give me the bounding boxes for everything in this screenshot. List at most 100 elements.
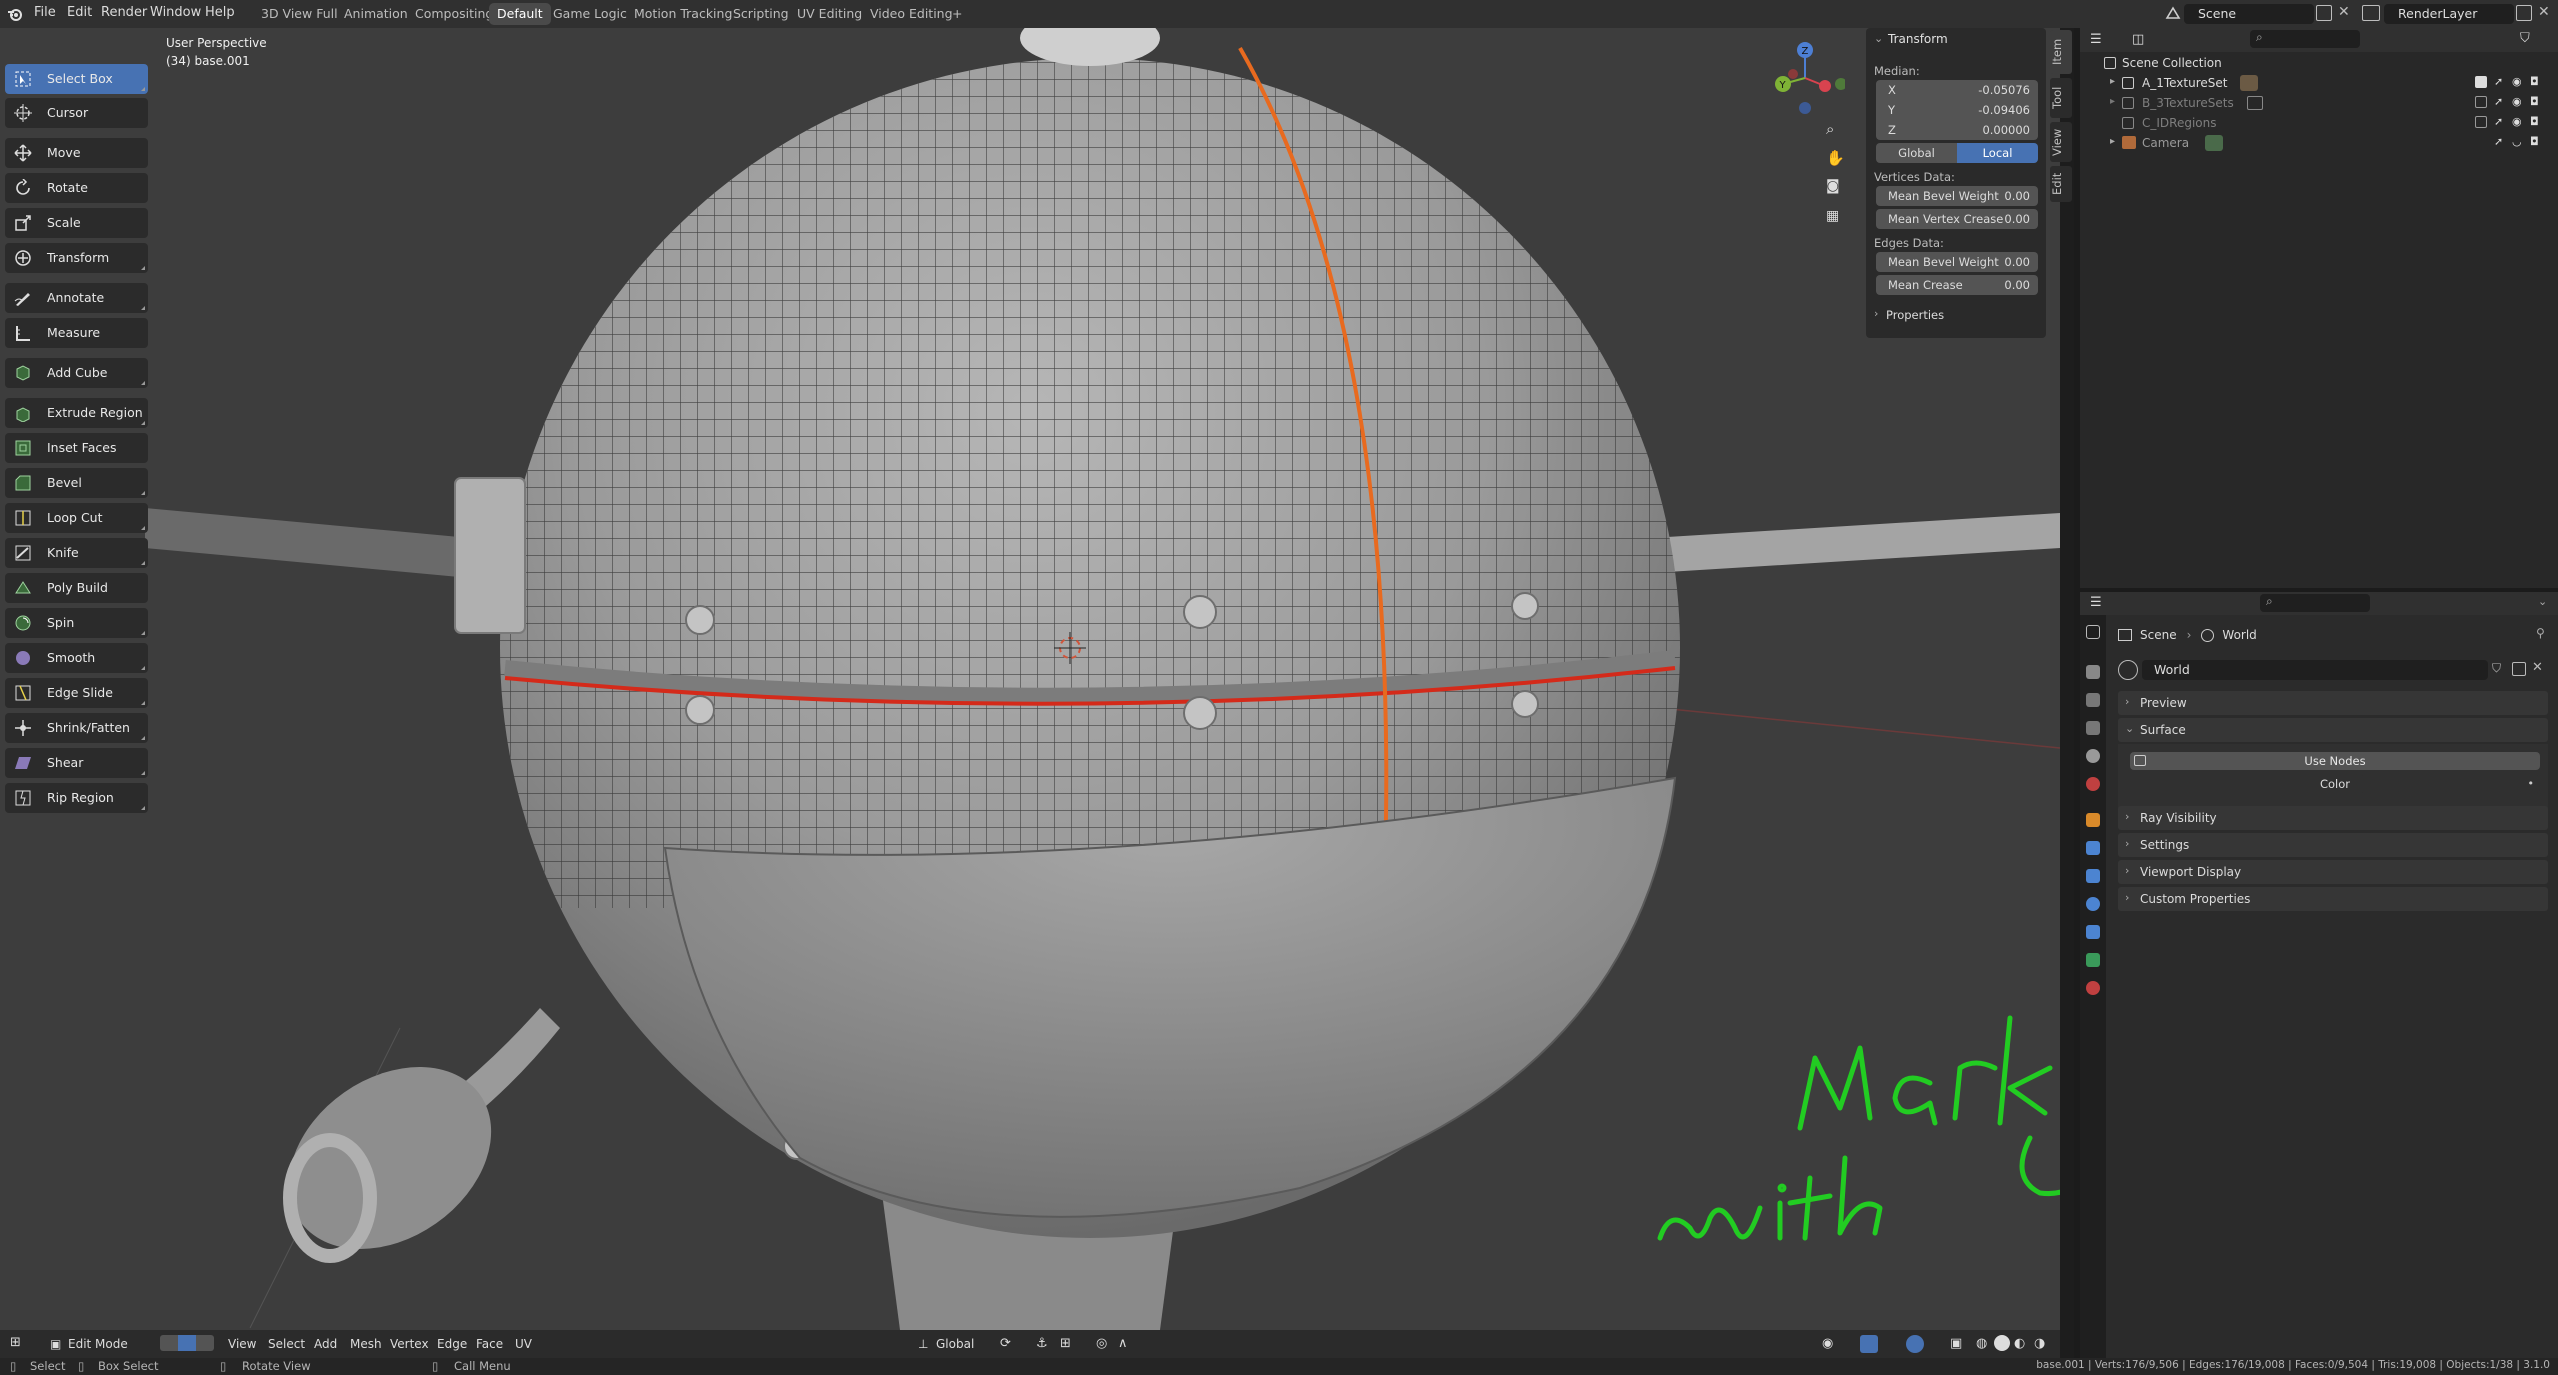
- tab-scripting[interactable]: Scripting: [725, 3, 797, 25]
- mode-selector[interactable]: ▣ Edit Mode: [48, 1334, 150, 1354]
- filter-icon[interactable]: ⛉: [2520, 31, 2530, 46]
- tool-inset-faces[interactable]: Inset Faces: [5, 433, 148, 463]
- wireframe-shading-icon[interactable]: ◍: [1976, 1336, 1987, 1351]
- tool-knife[interactable]: Knife: [5, 538, 148, 568]
- proportional-edit-icon[interactable]: ◎: [1096, 1336, 1107, 1351]
- menu-vertex[interactable]: Vertex: [390, 1337, 429, 1351]
- camera-render-icon[interactable]: ◘: [2530, 95, 2539, 108]
- eye-icon[interactable]: ◉: [2512, 95, 2522, 108]
- menu-edit[interactable]: Edit: [67, 5, 92, 20]
- world-tab-icon[interactable]: [2086, 777, 2100, 791]
- eye-icon[interactable]: ◉: [2512, 115, 2522, 128]
- select-arrow-icon[interactable]: ➚: [2494, 135, 2503, 148]
- pin-icon[interactable]: ⚲: [2536, 626, 2545, 640]
- settings-panel[interactable]: › Settings: [2118, 833, 2548, 857]
- menu-edge[interactable]: Edge: [437, 1337, 467, 1351]
- tab-game-logic[interactable]: Game Logic: [545, 3, 635, 25]
- visibility-icon[interactable]: ◉: [1822, 1336, 1833, 1351]
- editor-type-icon[interactable]: ☰: [2090, 595, 2102, 610]
- dropdown-arrow-icon[interactable]: ⌄: [2538, 595, 2547, 608]
- tool-add-cube[interactable]: Add Cube: [5, 358, 148, 388]
- camera-view-icon[interactable]: ◙: [1826, 178, 1846, 198]
- tab-default[interactable]: Default: [489, 3, 551, 25]
- vertex-select-mode-icon[interactable]: [160, 1335, 178, 1351]
- edge-crease-field[interactable]: Mean Crease 0.00: [1876, 275, 2038, 295]
- expand-arrow-icon[interactable]: ▸: [2110, 136, 2115, 147]
- fake-user-shield-icon[interactable]: ⛉: [2492, 661, 2501, 676]
- editor-type-icon[interactable]: ☰: [2090, 32, 2102, 47]
- object-tab-icon[interactable]: [2086, 813, 2100, 827]
- blender-logo-icon[interactable]: [7, 6, 23, 22]
- properties-subpanel[interactable]: Properties: [1886, 308, 1944, 322]
- select-arrow-icon[interactable]: ➚: [2494, 115, 2503, 128]
- tool-tab-icon[interactable]: [2086, 625, 2100, 639]
- menu-select[interactable]: Select: [268, 1337, 305, 1351]
- tool-extrude-region[interactable]: Extrude Region: [5, 398, 148, 428]
- tool-move[interactable]: Move: [5, 138, 148, 168]
- menu-face[interactable]: Face: [476, 1337, 503, 1351]
- world-name-field[interactable]: World: [2142, 660, 2488, 680]
- tool-scale[interactable]: Scale: [5, 208, 148, 238]
- ray-visibility-panel[interactable]: › Ray Visibility: [2118, 806, 2548, 830]
- outliner-search-input[interactable]: ⌕: [2250, 30, 2360, 48]
- remove-renderlayer-icon[interactable]: ✕: [2538, 4, 2550, 20]
- view-layer-tab-icon[interactable]: [2086, 721, 2100, 735]
- menu-window[interactable]: Window: [150, 5, 201, 20]
- tab-item[interactable]: Item: [2050, 30, 2072, 74]
- unlink-icon[interactable]: ✕: [2532, 660, 2543, 675]
- tool-annotate[interactable]: Annotate: [5, 283, 148, 313]
- tab-view[interactable]: View: [2050, 122, 2072, 162]
- median-x-field[interactable]: X -0.05076: [1876, 80, 2038, 100]
- material-tab-icon[interactable]: [2086, 981, 2100, 995]
- tool-poly-build[interactable]: Poly Build: [5, 573, 148, 603]
- outliner-row[interactable]: ▸ B_3TextureSets ➚ ◉ ◘: [2080, 93, 2558, 113]
- vertex-bevel-weight-field[interactable]: Mean Bevel Weight 0.00: [1876, 186, 2038, 206]
- viewport-display-panel[interactable]: › Viewport Display: [2118, 860, 2548, 884]
- tool-shear[interactable]: Shear: [5, 748, 148, 778]
- scene-selector[interactable]: Scene: [2184, 4, 2314, 24]
- tool-rotate[interactable]: Rotate: [5, 173, 148, 203]
- select-arrow-icon[interactable]: ➚: [2494, 75, 2503, 88]
- outliner-row[interactable]: ▸ A_1TextureSet ➚ ◉ ◘: [2080, 73, 2558, 93]
- include-checkbox[interactable]: [2475, 96, 2487, 108]
- navigation-gizmo[interactable]: Z Y: [1765, 38, 1847, 128]
- tool-spin[interactable]: Spin: [5, 608, 148, 638]
- renderlayer-selector[interactable]: RenderLayer: [2384, 4, 2514, 24]
- face-select-mode-icon[interactable]: [196, 1335, 214, 1351]
- particles-tab-icon[interactable]: [2086, 869, 2100, 883]
- new-renderlayer-icon[interactable]: [2516, 5, 2532, 21]
- scene-tab-icon[interactable]: [2086, 749, 2100, 763]
- data-tab-icon[interactable]: [2086, 953, 2100, 967]
- menu-view[interactable]: View: [228, 1337, 256, 1351]
- median-y-field[interactable]: Y -0.09406: [1876, 100, 2038, 120]
- falloff-icon[interactable]: ∧: [1118, 1336, 1128, 1351]
- new-scene-icon[interactable]: [2316, 5, 2332, 21]
- render-tab-icon[interactable]: [2086, 665, 2100, 679]
- tool-edge-slide[interactable]: Edge Slide: [5, 678, 148, 708]
- transform-orientation-dropdown[interactable]: ⊥ Global: [916, 1334, 994, 1354]
- properties-search-input[interactable]: ⌕: [2260, 594, 2370, 612]
- local-button[interactable]: Local: [1957, 143, 2038, 163]
- select-arrow-icon[interactable]: ➚: [2494, 95, 2503, 108]
- tab-3d-view-full[interactable]: 3D View Full: [253, 3, 346, 25]
- include-checkbox[interactable]: [2475, 76, 2487, 88]
- menu-render[interactable]: Render: [101, 5, 147, 20]
- pivot-point-icon[interactable]: ⟳: [1000, 1336, 1011, 1351]
- snap-target-icon[interactable]: ⊞: [1060, 1336, 1071, 1351]
- collapse-arrow-icon[interactable]: ⌄: [1874, 32, 1883, 45]
- 3d-viewport[interactable]: User Perspective (34) base.001 Z Y ⌕ ✋ ◙…: [0, 28, 2060, 1330]
- camera-render-icon[interactable]: ◘: [2530, 75, 2539, 88]
- custom-properties-panel[interactable]: › Custom Properties: [2118, 887, 2548, 911]
- preview-panel[interactable]: › Preview: [2118, 691, 2548, 715]
- renderlayer-icon[interactable]: [2362, 5, 2380, 21]
- scene-icon[interactable]: [2164, 4, 2182, 22]
- display-mode-icon[interactable]: ◫: [2132, 32, 2144, 47]
- editor-type-icon[interactable]: ⊞: [10, 1335, 21, 1350]
- constraints-tab-icon[interactable]: [2086, 925, 2100, 939]
- tool-rip-region[interactable]: Rip Region: [5, 783, 148, 813]
- menu-help[interactable]: Help: [205, 5, 235, 20]
- tool-measure[interactable]: Measure: [5, 318, 148, 348]
- transform-header[interactable]: Transform: [1888, 32, 1948, 46]
- tab-compositing[interactable]: Compositing: [407, 3, 501, 25]
- tab-uv-editing[interactable]: UV Editing: [789, 3, 870, 25]
